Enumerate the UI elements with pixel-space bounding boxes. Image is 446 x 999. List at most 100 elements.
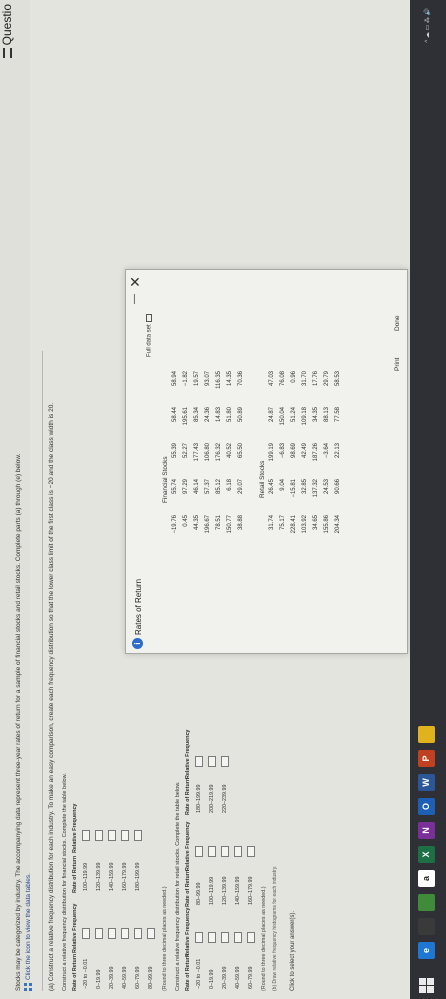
financial-value: 70.36 (238, 371, 244, 387)
fin-answer-input[interactable] (121, 830, 129, 841)
fin-answer-input[interactable] (82, 830, 90, 841)
fin-answer-input[interactable] (121, 928, 129, 939)
ret-answer-input[interactable] (234, 846, 242, 857)
ret-answer-input[interactable] (208, 932, 216, 943)
ret-answer-input[interactable] (221, 756, 229, 767)
store-icon[interactable] (418, 918, 435, 935)
ret-answer-input[interactable] (195, 756, 203, 767)
outlook-icon[interactable]: O (418, 798, 435, 815)
question-help-link[interactable]: Questio (0, 4, 14, 59)
ret-class-label: −20 to −0.01 (196, 958, 202, 989)
financial-value: 106.80 (205, 443, 211, 462)
fin-answer-input[interactable] (95, 928, 103, 939)
ret-answer-input[interactable] (208, 846, 216, 857)
ret-answer-input[interactable] (221, 846, 229, 857)
ret-answer-input[interactable] (247, 932, 255, 943)
retail-value: 155.86 (324, 515, 330, 534)
fin-answer-input[interactable] (134, 928, 142, 939)
part-b-cutoff: (b) Draw relative frequency histograms f… (272, 865, 278, 991)
word-icon[interactable]: W (418, 774, 435, 791)
retail-value: 34.65 (313, 515, 319, 531)
fin-answer-input[interactable] (147, 928, 155, 939)
system-tray[interactable]: ^ ☁ ▭ ⁂ 🔊 (424, 8, 431, 43)
ret-header-rate-1: Rate of Return (185, 953, 191, 991)
full-data-set-link[interactable]: Full data set (146, 314, 153, 357)
done-button[interactable]: Done (394, 315, 401, 331)
chrome-icon[interactable] (418, 726, 435, 743)
financial-stocks-data: −19.76 55.74 55.39 58.44 58.94 0.45 97.29 52.27… (172, 341, 252, 541)
copy-data-icon[interactable] (146, 314, 152, 323)
retail-value: 103.92 (302, 515, 308, 534)
financial-value: 50.89 (238, 407, 244, 423)
retail-value: 31.74 (269, 515, 275, 531)
fin-round-note: (Round to three decimal places as needed… (162, 886, 168, 991)
ret-class-label: 180–199.99 (196, 784, 202, 813)
retail-value: 58.53 (335, 371, 341, 387)
retail-value: 150.04 (280, 407, 286, 426)
financial-instruction: Construct a relative frequency distribut… (62, 773, 68, 991)
edge-icon[interactable]: e (418, 942, 435, 959)
retail-value: −6.83 (280, 443, 286, 459)
rates-of-return-dialog: i Rates of Return — ✕ Full data set Fina… (125, 269, 408, 654)
fin-header-rate-1: Rate of Return (72, 953, 78, 991)
data-table-icon[interactable] (24, 983, 33, 991)
retail-value: 32.85 (302, 479, 308, 495)
financial-value: 150.77 (227, 515, 233, 534)
amazon-icon[interactable]: a (418, 870, 435, 887)
financial-value: 55.74 (172, 479, 178, 495)
retail-value: 17.76 (313, 371, 319, 387)
ret-answer-input[interactable] (234, 932, 242, 943)
onenote-icon[interactable]: N (418, 822, 435, 839)
ret-answer-input[interactable] (195, 846, 203, 857)
ret-class-label: 40–59.99 (235, 966, 241, 989)
fin-answer-input[interactable] (108, 830, 116, 841)
financial-value: 40.52 (227, 443, 233, 459)
ret-answer-input[interactable] (208, 756, 216, 767)
financial-value: 14.83 (216, 407, 222, 423)
retail-value: 137.32 (313, 479, 319, 498)
financial-value: 78.51 (216, 515, 222, 531)
financial-value: 52.27 (183, 443, 189, 459)
retail-value: 204.34 (335, 515, 341, 534)
financial-value: 93.07 (205, 371, 211, 387)
print-button[interactable]: Print (394, 358, 401, 371)
ret-class-label: 20–39.99 (222, 966, 228, 989)
mail-icon[interactable] (418, 894, 435, 911)
retail-value: 90.66 (335, 479, 341, 495)
retail-value: 109.18 (302, 407, 308, 426)
fin-answer-input[interactable] (134, 830, 142, 841)
retail-value: 26.45 (269, 479, 275, 495)
ret-answer-input[interactable] (247, 846, 255, 857)
ret-answer-input[interactable] (221, 932, 229, 943)
financial-value: 6.18 (227, 479, 233, 491)
divider (42, 351, 43, 991)
ret-class-label: 60–79.99 (248, 966, 254, 989)
ret-class-label: 220–239.99 (222, 784, 228, 813)
screen: Questio Stocks may be categorized by ind… (0, 0, 446, 999)
financial-value: −1.82 (183, 371, 189, 387)
retail-value: 24.87 (269, 407, 275, 423)
ret-header-relfreq-2: Relative Frequency (185, 821, 191, 871)
retail-value: 31.70 (302, 371, 308, 387)
fin-answer-input[interactable] (95, 830, 103, 841)
windows-start-icon[interactable] (419, 978, 434, 993)
fin-class-label: −20 to −0.01 (83, 958, 89, 989)
financial-value: 57.37 (205, 479, 211, 495)
ret-answer-input[interactable] (195, 932, 203, 943)
ret-class-label: 100–119.99 (209, 876, 215, 905)
fin-answer-input[interactable] (108, 928, 116, 939)
click-to-select-hint: Click to select your answer(s). (290, 910, 296, 991)
minimize-button[interactable]: — (129, 294, 140, 304)
powerpoint-icon[interactable]: P (418, 750, 435, 767)
close-button[interactable]: ✕ (127, 276, 144, 288)
ret-header-relfreq-1: Relative Frequency (185, 907, 191, 957)
dialog-title: Rates of Return (134, 578, 143, 635)
retail-stocks-data: 31.74 26.45 199.19 24.87 47.03 75.17 9.04 −6.83… (269, 341, 349, 541)
fin-answer-input[interactable] (82, 928, 90, 939)
excel-icon[interactable]: X (418, 846, 435, 863)
ret-class-label: 120–139.99 (222, 876, 228, 905)
data-table-link[interactable]: Click the icon to view the data tables. (24, 291, 34, 991)
retail-value: 51.24 (291, 407, 297, 423)
info-icon: i (132, 638, 143, 649)
taskbar: e aXNOWP ^ ☁ ▭ ⁂ 🔊 (410, 0, 446, 999)
